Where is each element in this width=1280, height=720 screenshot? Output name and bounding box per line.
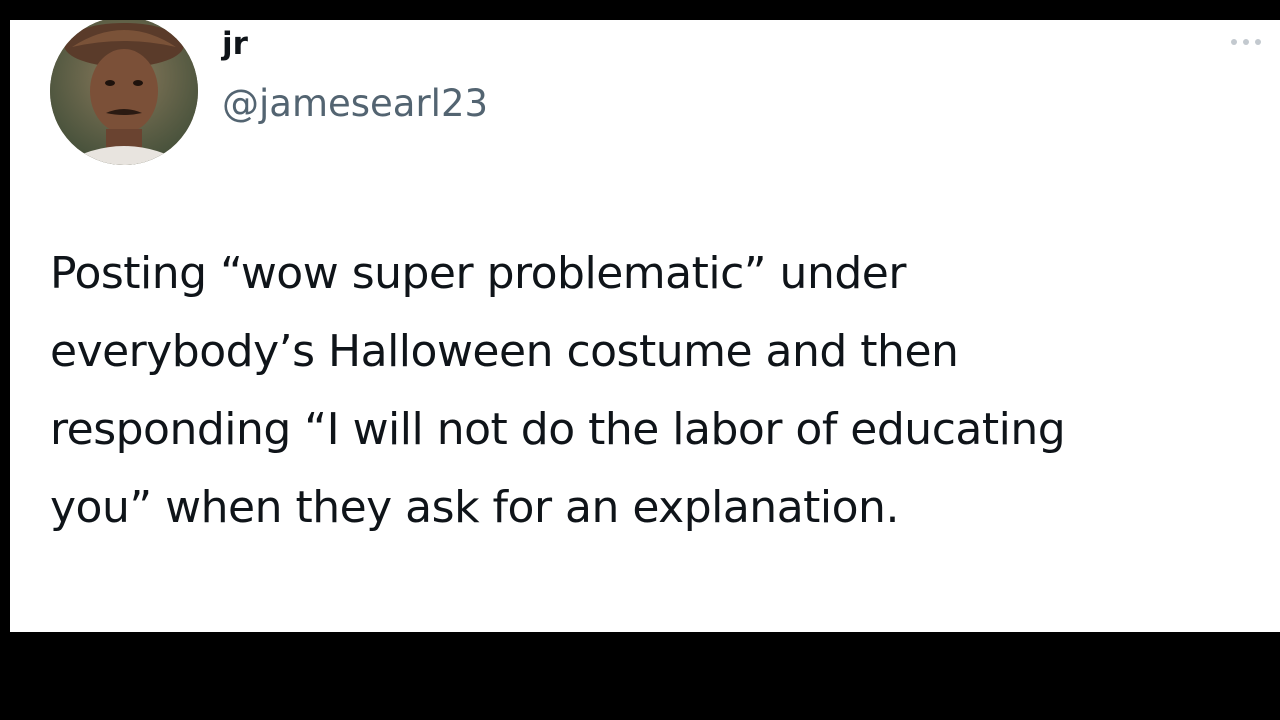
tweet-card: jr @jamesearl23 Posting “wow super probl… — [10, 20, 1280, 632]
tweet-text: Posting “wow super problematic” under ev… — [50, 235, 1250, 547]
video-frame: jr @jamesearl23 Posting “wow super probl… — [0, 0, 1280, 720]
dot — [1231, 39, 1237, 45]
more-dots-icon[interactable] — [1226, 36, 1266, 48]
user-handle[interactable]: @jamesearl23 — [222, 78, 488, 130]
tweet-text-line: responding “I will not do the labor of e… — [50, 404, 1066, 455]
tweet-text-line: you” when they ask for an explanation. — [50, 482, 899, 533]
display-name[interactable]: jr — [222, 22, 248, 66]
tweet-text-line: everybody’s Halloween costume and then — [50, 326, 959, 377]
tweet-text-line: Posting “wow super problematic” under — [50, 248, 906, 299]
avatar[interactable] — [50, 20, 198, 165]
dot — [1255, 39, 1261, 45]
avatar-photo — [50, 20, 198, 165]
dot — [1243, 39, 1249, 45]
